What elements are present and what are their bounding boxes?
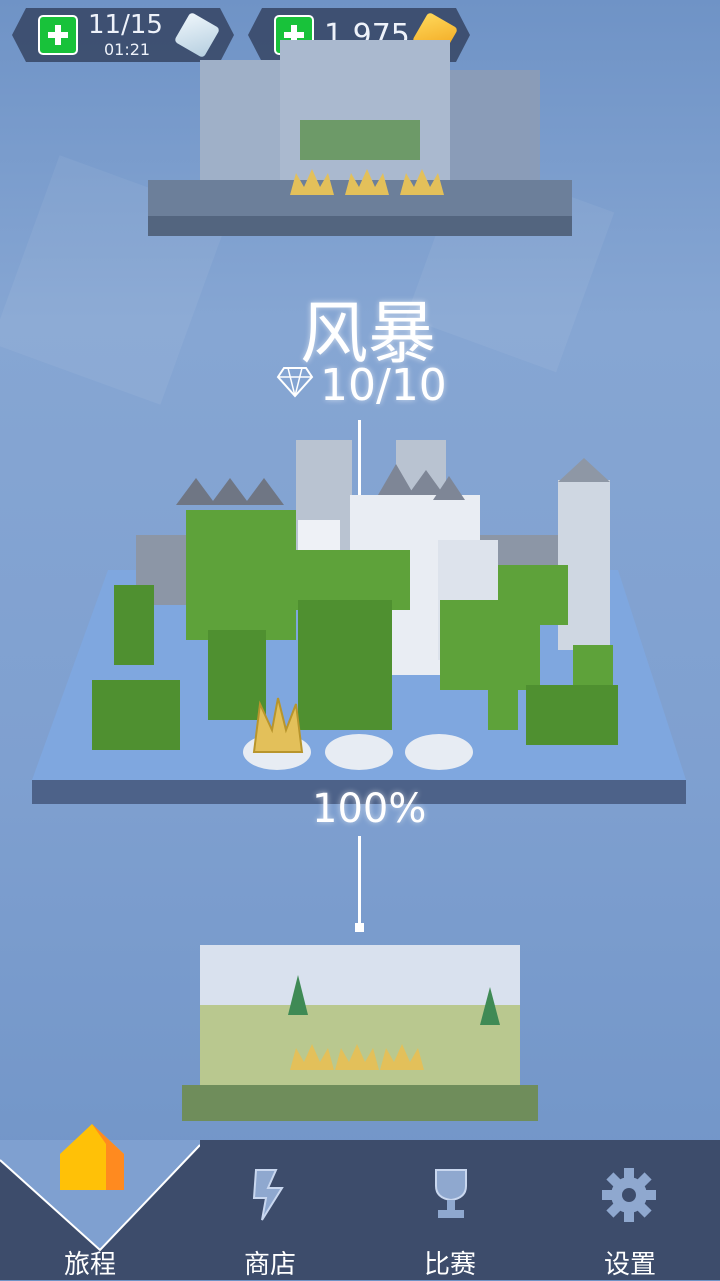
grass-block [298, 600, 392, 730]
house-icon [60, 1124, 124, 1190]
grass-block [498, 565, 568, 625]
progress-percent: 100% [312, 786, 427, 832]
snow-block [200, 945, 520, 1015]
nav-label: 比赛 [423, 1250, 476, 1280]
grass-block [526, 685, 618, 745]
grass-block [300, 120, 420, 160]
plus-icon[interactable] [38, 15, 78, 55]
diamond-icon [276, 367, 314, 398]
crown-pad [325, 734, 393, 770]
nav-label: 旅程 [63, 1250, 116, 1280]
grass-block [92, 680, 180, 750]
tower-roof [558, 458, 610, 482]
nav-journey[interactable]: 旅程 [0, 1124, 180, 1280]
nav-label: 商店 [243, 1250, 296, 1280]
next-level-island[interactable] [180, 935, 540, 1135]
connector-node [355, 923, 364, 932]
island-base [182, 1085, 538, 1121]
spike [244, 478, 284, 505]
shop-icon [252, 1169, 284, 1221]
spike [210, 478, 250, 505]
gem-count: 10/10 [320, 360, 447, 411]
grass-block [488, 660, 518, 730]
crown-icon [252, 697, 304, 753]
trophy-icon [435, 1169, 467, 1218]
island-edge [148, 216, 572, 236]
ruin-block [200, 60, 280, 180]
connector-line [358, 836, 361, 928]
ruin-block [450, 70, 540, 180]
gear-icon [602, 1168, 656, 1222]
spike [176, 478, 216, 505]
grass-block [200, 1005, 520, 1085]
nav-shop[interactable]: 商店 [180, 1150, 360, 1280]
crown-pad [405, 734, 473, 770]
grass-block [208, 630, 266, 720]
grass-block [186, 510, 296, 640]
grass-block [114, 585, 154, 665]
nav-label: 设置 [603, 1250, 656, 1280]
current-level-island[interactable] [28, 440, 692, 840]
nav-contest[interactable]: 比赛 [360, 1150, 540, 1280]
previous-level-island[interactable] [140, 30, 580, 240]
nav-settings[interactable]: 设置 [540, 1150, 720, 1280]
grass-block [573, 645, 613, 685]
